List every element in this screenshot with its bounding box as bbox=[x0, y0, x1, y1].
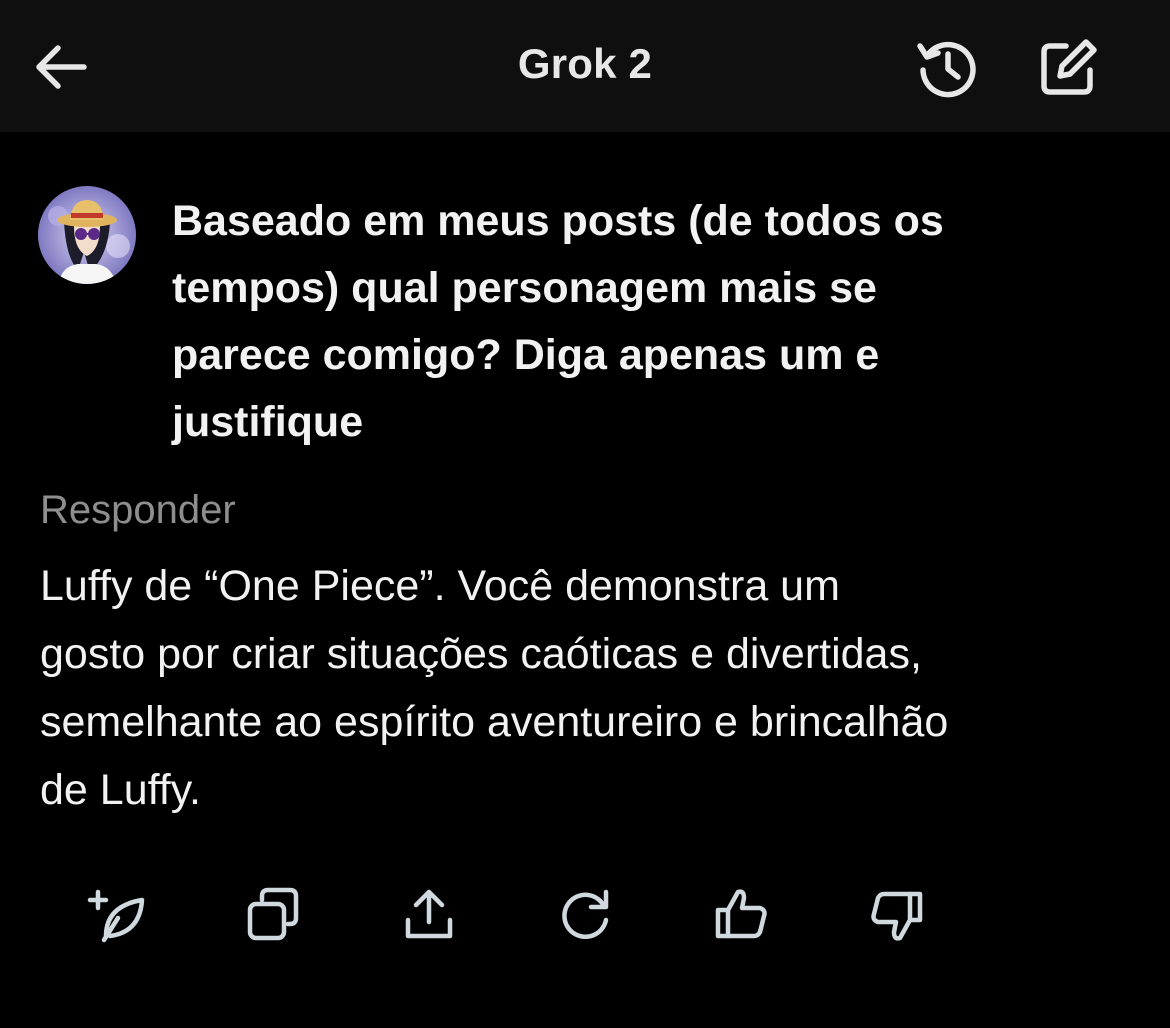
history-icon bbox=[917, 41, 976, 98]
refresh-button[interactable] bbox=[550, 880, 620, 950]
thumbs-down-button[interactable] bbox=[862, 880, 932, 950]
avatar[interactable] bbox=[38, 186, 136, 284]
thumbs-up-icon bbox=[715, 889, 767, 939]
assistant-answer: Luffy de “One Piece”. Você demonstra um … bbox=[40, 562, 949, 814]
copy-icon bbox=[247, 887, 299, 941]
top-bar: Grok 2 bbox=[0, 0, 1170, 132]
user-message: Baseado em meus posts (de todos os tempo… bbox=[172, 197, 944, 446]
anime-character-avatar-icon bbox=[38, 186, 136, 284]
compose-icon bbox=[1041, 39, 1097, 95]
refresh-icon bbox=[562, 889, 609, 939]
regenerate-button[interactable] bbox=[84, 880, 154, 950]
new-chat-button[interactable] bbox=[1036, 34, 1102, 100]
share-icon bbox=[405, 889, 453, 939]
message-actions bbox=[0, 880, 1170, 950]
thumbs-up-button[interactable] bbox=[706, 880, 776, 950]
copy-button[interactable] bbox=[238, 880, 308, 950]
thumbs-down-icon bbox=[871, 891, 923, 941]
page-title: Grok 2 bbox=[517, 40, 653, 87]
share-button[interactable] bbox=[394, 880, 464, 950]
regenerate-sparkle-icon bbox=[87, 889, 145, 943]
history-button[interactable] bbox=[914, 34, 980, 100]
reply-label: Responder bbox=[40, 488, 236, 532]
